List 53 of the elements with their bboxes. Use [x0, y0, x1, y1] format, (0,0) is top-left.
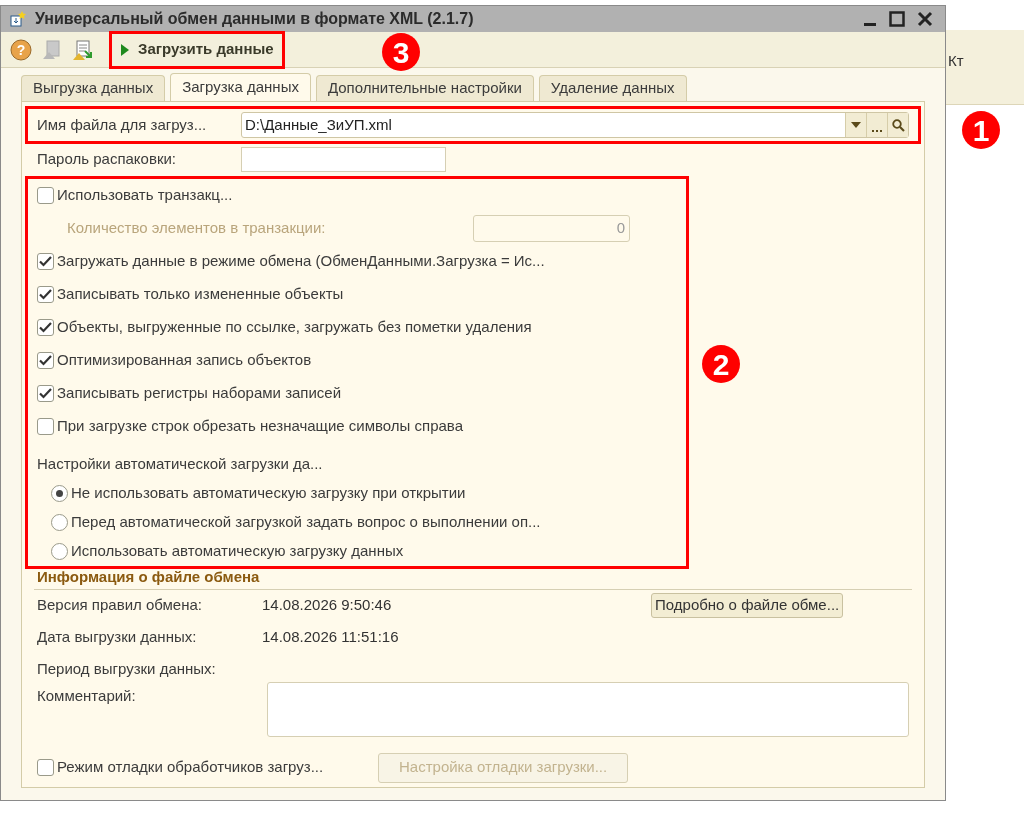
checkbox[interactable] — [37, 759, 54, 776]
load-data-button[interactable]: Загрузить данные — [112, 33, 282, 66]
search-icon[interactable] — [887, 113, 908, 137]
maximize-icon[interactable] — [889, 11, 905, 27]
checkbox-label: Записывать только измененные объекты — [57, 284, 344, 305]
info-label: Версия правил обмена: — [37, 595, 203, 616]
radio-button[interactable] — [51, 485, 68, 502]
field-label: Имя файла для загруз... — [37, 114, 208, 135]
field-label: Пароль распаковки: — [37, 148, 177, 169]
tab[interactable]: Загрузка данных — [170, 73, 311, 101]
radio-button[interactable] — [51, 514, 68, 531]
checkbox-label: При загрузке строк обрезать незначащие символы справа — [57, 416, 463, 437]
info-value: 14.08.2026 9:50:46 — [262, 595, 393, 616]
password-field[interactable] — [241, 146, 446, 172]
checkbox[interactable] — [37, 253, 54, 270]
tab[interactable]: Дополнительные настройки — [315, 75, 534, 101]
info-label: Комментарий: — [37, 685, 137, 706]
checkbox-label: Использовать транзакц... — [57, 185, 233, 206]
checkbox-label: Оптимизированная запись объектов — [57, 350, 312, 371]
info-label: Период выгрузки данных: — [37, 659, 217, 680]
window-title: Универсальный обмен данными в формате XML (2.1.7) — [35, 9, 475, 29]
checkbox-label: Записывать регистры наборами записей — [57, 383, 342, 404]
more-icon[interactable] — [866, 113, 887, 137]
file-name-field[interactable]: D:\Данные_ЗиУП.xml — [241, 112, 909, 138]
field-label: Количество элементов в транзакции: — [67, 218, 327, 239]
checkbox[interactable] — [37, 418, 54, 435]
checkbox-label: Режим отладки обработчиков загруз... — [57, 757, 325, 778]
tab[interactable]: Выгрузка данных — [21, 75, 166, 101]
close-icon[interactable] — [917, 11, 933, 27]
checkbox-label: Загружать данные в режиме обмена (ОбменДанными.Загрузка = Ис... — [57, 251, 545, 272]
number-marker: 1 — [962, 111, 1000, 149]
checkbox[interactable] — [37, 352, 54, 369]
info-label: Дата выгрузки данных: — [37, 627, 198, 648]
document-import-icon[interactable] — [71, 38, 93, 61]
info-value: 14.08.2026 11:51:16 — [262, 627, 400, 648]
radio-label: Не использовать автоматическую загрузку при открытии — [71, 483, 466, 504]
app-icon — [9, 10, 27, 28]
group-heading: Настройки автоматической загрузки да... — [37, 453, 323, 474]
comment-field[interactable] — [266, 681, 909, 737]
checkbox[interactable] — [37, 187, 54, 204]
checkbox[interactable] — [37, 319, 54, 336]
dropdown-icon[interactable] — [845, 113, 866, 137]
tab[interactable]: Удаление данных — [538, 75, 687, 101]
radio-button[interactable] — [51, 543, 68, 560]
checkbox[interactable] — [37, 385, 54, 402]
section-title: Информация о файле обмена — [36, 567, 261, 587]
details-button[interactable]: Подробно о файле обме... — [651, 593, 844, 618]
radio-label: Перед автоматической загрузкой задать вопрос о выполнении оп... — [71, 512, 541, 533]
checkbox[interactable] — [37, 286, 54, 303]
radio-label: Использовать автоматическую загрузку данных — [71, 541, 404, 562]
column-header: Кт — [948, 51, 964, 71]
checkbox-label: Объекты, выгруженные по ссылке, загружать без пометки удаления — [57, 317, 532, 338]
play-icon — [120, 42, 130, 57]
